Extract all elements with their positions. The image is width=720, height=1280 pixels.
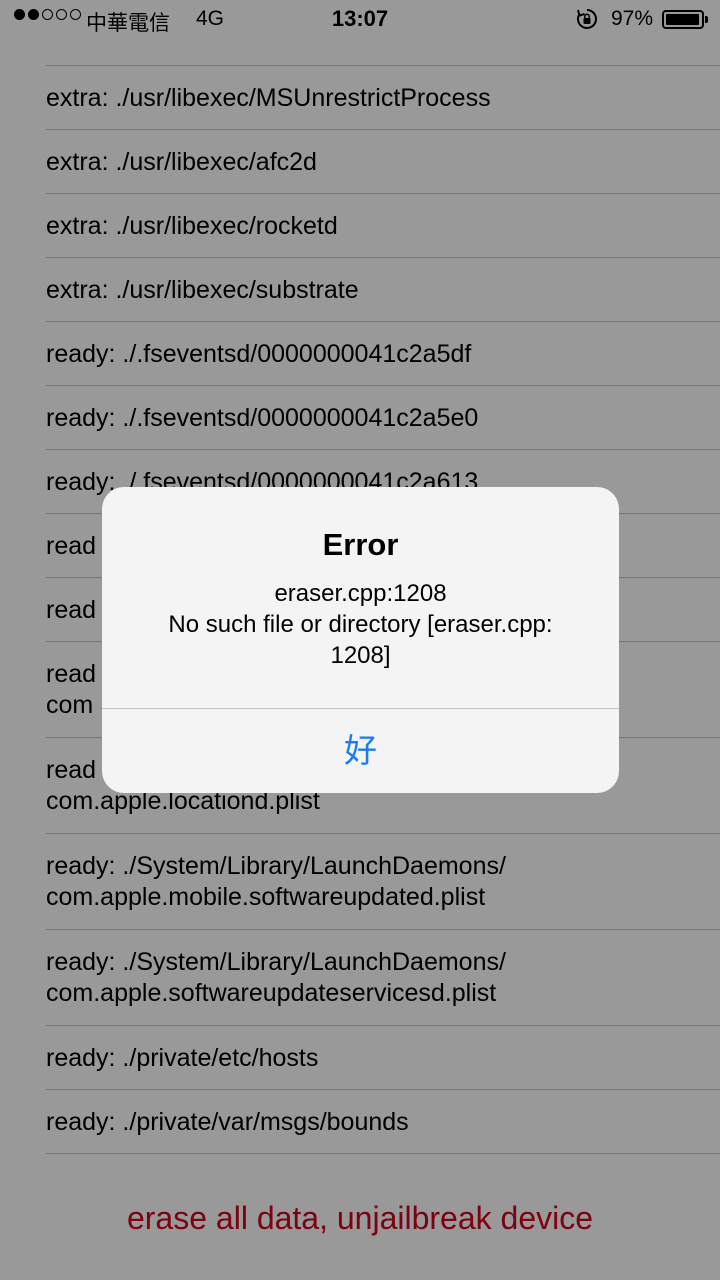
alert-message: eraser.cpp:1208 No such file or director… (122, 578, 599, 671)
alert-ok-button[interactable]: 好 (102, 709, 619, 793)
alert-message-line: eraser.cpp:1208 (274, 580, 447, 607)
alert-message-line: 1208] (330, 642, 391, 669)
error-alert-dialog: Error eraser.cpp:1208 No such file or di… (102, 487, 619, 793)
alert-message-line: No such file or directory [eraser.cpp: (168, 611, 553, 638)
alert-title: Error (322, 527, 399, 562)
